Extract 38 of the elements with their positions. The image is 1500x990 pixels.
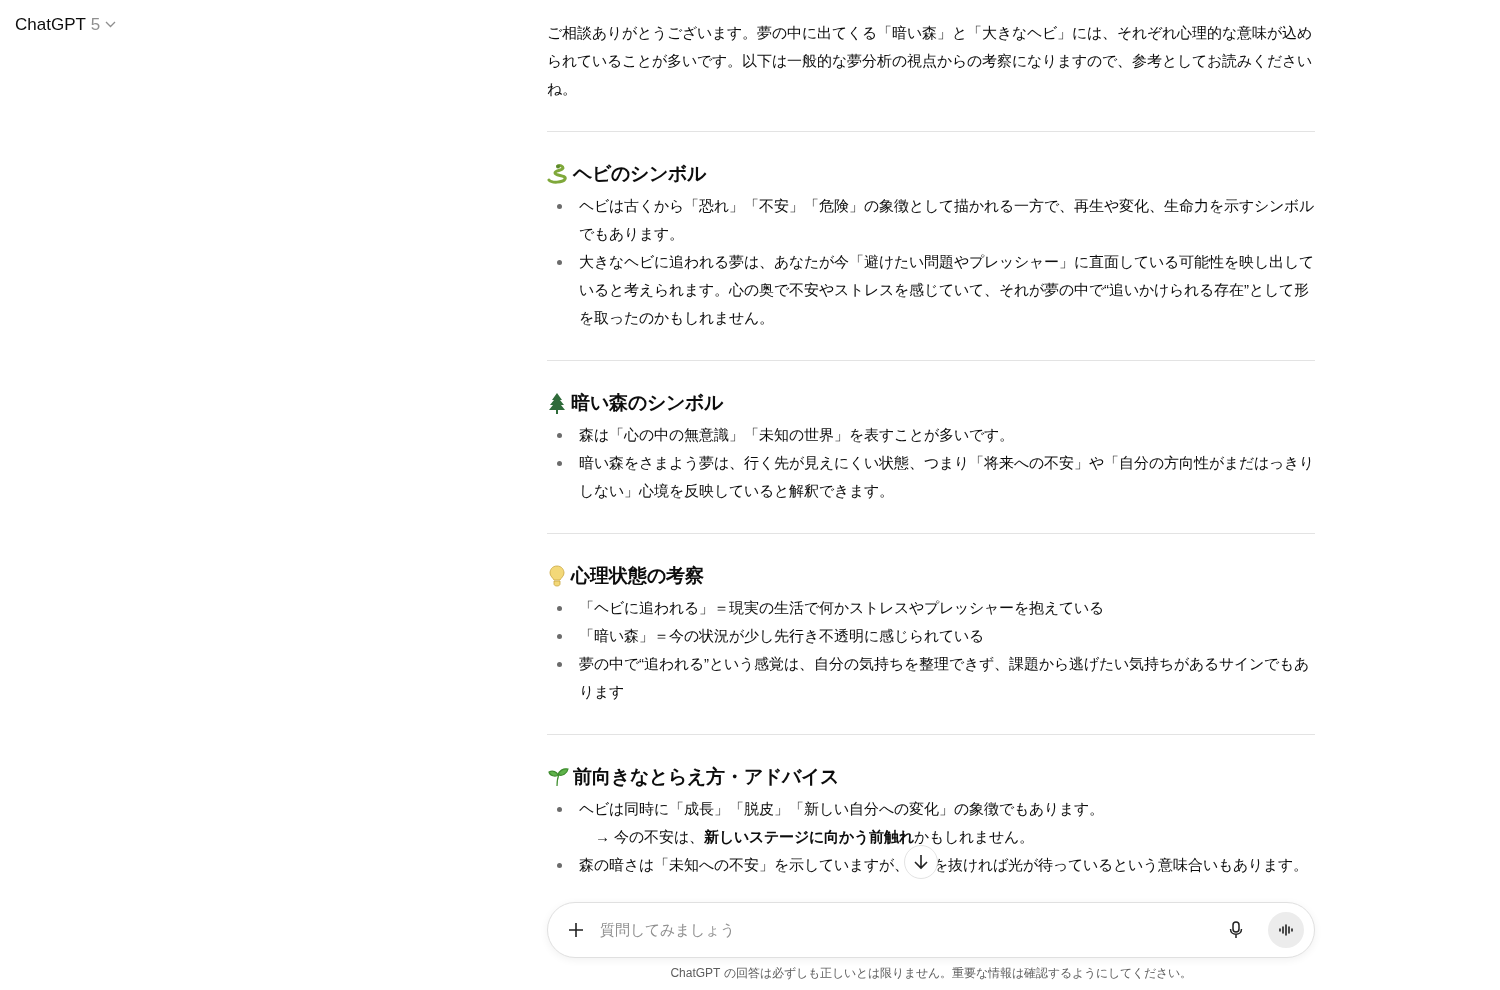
bullet-text: 大きなヘビに追われる夢は、あなたが今「避けたい問題やプレッシャー」に直面している可能性を映し出していると考えられます。心の奥で不安やストレスを感じていて、それが夢の中で“追いかけられる存在”として形を取ったのかもしれません。: [579, 252, 1315, 328]
scroll-down-button[interactable]: [904, 845, 938, 879]
bullet-icon: [557, 634, 562, 639]
chevron-down-icon[interactable]: [105, 21, 117, 29]
intro-paragraph: ご相談ありがとうございます。夢の中に出てくる「暗い森」と「大きなヘビ」には、それぞれ心理的な意味が込められていることが多いです。以下は一般的な夢分析の視点からの考察になりますので、参考としてお読みくださいね。: [547, 23, 1313, 99]
section-heading: 暗い森のシンボル: [571, 391, 723, 415]
bullet-icon: [557, 662, 562, 667]
bullet-icon: [557, 461, 562, 466]
voice-mode-button[interactable]: [1268, 912, 1304, 948]
section-heading: 心理状態の考察: [571, 564, 704, 588]
bullet-text: ヘビは古くから「恐れ」「不安」「危険」の象徴として描かれる一方で、再生や変化、生命力を示すシンボルでもあります。: [579, 196, 1315, 244]
bullet-text: 「ヘビに追われる」＝現実の生活で何かストレスやプレッシャーを抱えている: [579, 598, 1105, 618]
bullet-text: 森は「心の中の無意識」「未知の世界」を表すことが多いです。: [579, 425, 1015, 445]
bullet-text: 暗い森をさまよう夢は、行く先が見えにくい状態、つまり「将来への不安」や「自分の方向性がまだはっきりしない」心境を反映していると解釈できます。: [579, 453, 1315, 501]
lightbulb-icon: [547, 565, 567, 587]
bullet-icon: [557, 606, 562, 611]
bullet-icon: [557, 863, 562, 868]
sprout-icon: [547, 767, 569, 787]
bullet-text: 「暗い森」＝今の状況が少し先行き不透明に感じられている: [579, 626, 985, 646]
bullet-icon: [557, 204, 562, 209]
bullet-icon: [557, 433, 562, 438]
microphone-icon[interactable]: [1229, 921, 1243, 939]
plus-icon[interactable]: [568, 922, 584, 938]
disclaimer-text: ChatGPT の回答は必ずしも正しいとは限りません。重要な情報は確認するようにしてください。: [670, 965, 1192, 982]
bullet-text: 夢の中で“追われる”という感覚は、自分の気持ちを整理できず、課題から逃げたい気持ちがあるサインでもあります: [579, 654, 1310, 702]
arrow-down-icon: [914, 854, 928, 870]
waveform-icon: [1279, 924, 1293, 936]
bullet-icon: [557, 260, 562, 265]
bullet-icon: [557, 807, 562, 812]
message-field[interactable]: 質問してみましょう: [600, 918, 1229, 942]
bullet-note: → 今の不安は、新しいステージに向かう前触れかもしれません。: [594, 827, 1036, 847]
tree-icon: [547, 392, 567, 414]
bullet-text: ヘビは同時に「成長」「脱皮」「新しい自分への変化」の象徴でもあります。: [579, 799, 1105, 819]
section-heading: 前向きなとらえ方・アドバイス: [573, 765, 839, 789]
section-heading: ヘビのシンボル: [573, 162, 706, 186]
app-title[interactable]: ChatGPT: [15, 12, 86, 38]
snake-icon: [547, 164, 569, 184]
message-input[interactable]: 質問してみましょう: [547, 902, 1315, 958]
